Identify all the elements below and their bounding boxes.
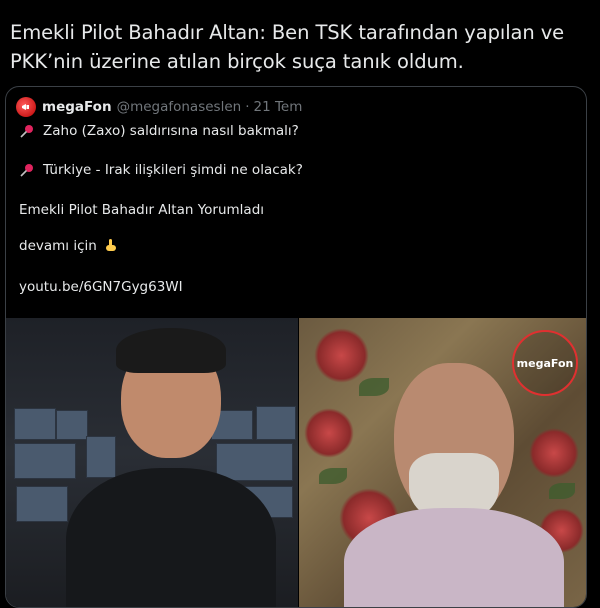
quoted-line-3: Emekli Pilot Bahadır Altan Yorumladı [19, 202, 264, 218]
quoted-line-1: Zaho (Zaxo) saldırısına nasıl bakmalı? [19, 123, 299, 139]
quoted-line-5: youtu.be/6GN7Gyg63WI [19, 279, 183, 295]
tweet-text: Emekli Pilot Bahadır Altan: Ben TSK tara… [10, 21, 565, 73]
avatar[interactable] [16, 97, 36, 117]
quoted-link[interactable]: youtu.be/6GN7Gyg63WI [19, 279, 183, 295]
video-frame-right: megaFon [299, 318, 586, 607]
quoted-tweet-date[interactable]: 21 Tem [253, 99, 302, 115]
pushpin-icon [20, 125, 33, 138]
quoted-author-name[interactable]: megaFon [42, 99, 112, 115]
quoted-author-handle[interactable]: @megafonaseslen [117, 99, 242, 115]
quoted-line-text: Emekli Pilot Bahadır Altan Yorumladı [19, 202, 265, 218]
quoted-line-text: devamı için [19, 238, 97, 254]
quoted-line-text: Türkiye - Irak ilişkileri şimdi ne olaca… [43, 162, 303, 178]
separator-dot: · [245, 99, 250, 115]
megaphone-icon [22, 104, 29, 110]
quoted-line-2: Türkiye - Irak ilişkileri şimdi ne olaca… [19, 162, 303, 178]
quoted-media[interactable]: megaFon [6, 318, 586, 607]
quoted-tweet-header: megaFon @megafonaseslen · 21 Tem [16, 97, 302, 117]
video-frame-left [6, 318, 298, 607]
quoted-line-text: Zaho (Zaxo) saldırısına nasıl bakmalı? [43, 123, 299, 139]
pointing-down-icon [105, 239, 116, 251]
quoted-line-4: devamı için [19, 238, 119, 254]
pushpin-icon [20, 164, 33, 177]
quoted-tweet-card[interactable]: megaFon @megafonaseslen · 21 Tem Zaho (Z… [5, 86, 587, 608]
megafon-logo: megaFon [512, 330, 578, 396]
